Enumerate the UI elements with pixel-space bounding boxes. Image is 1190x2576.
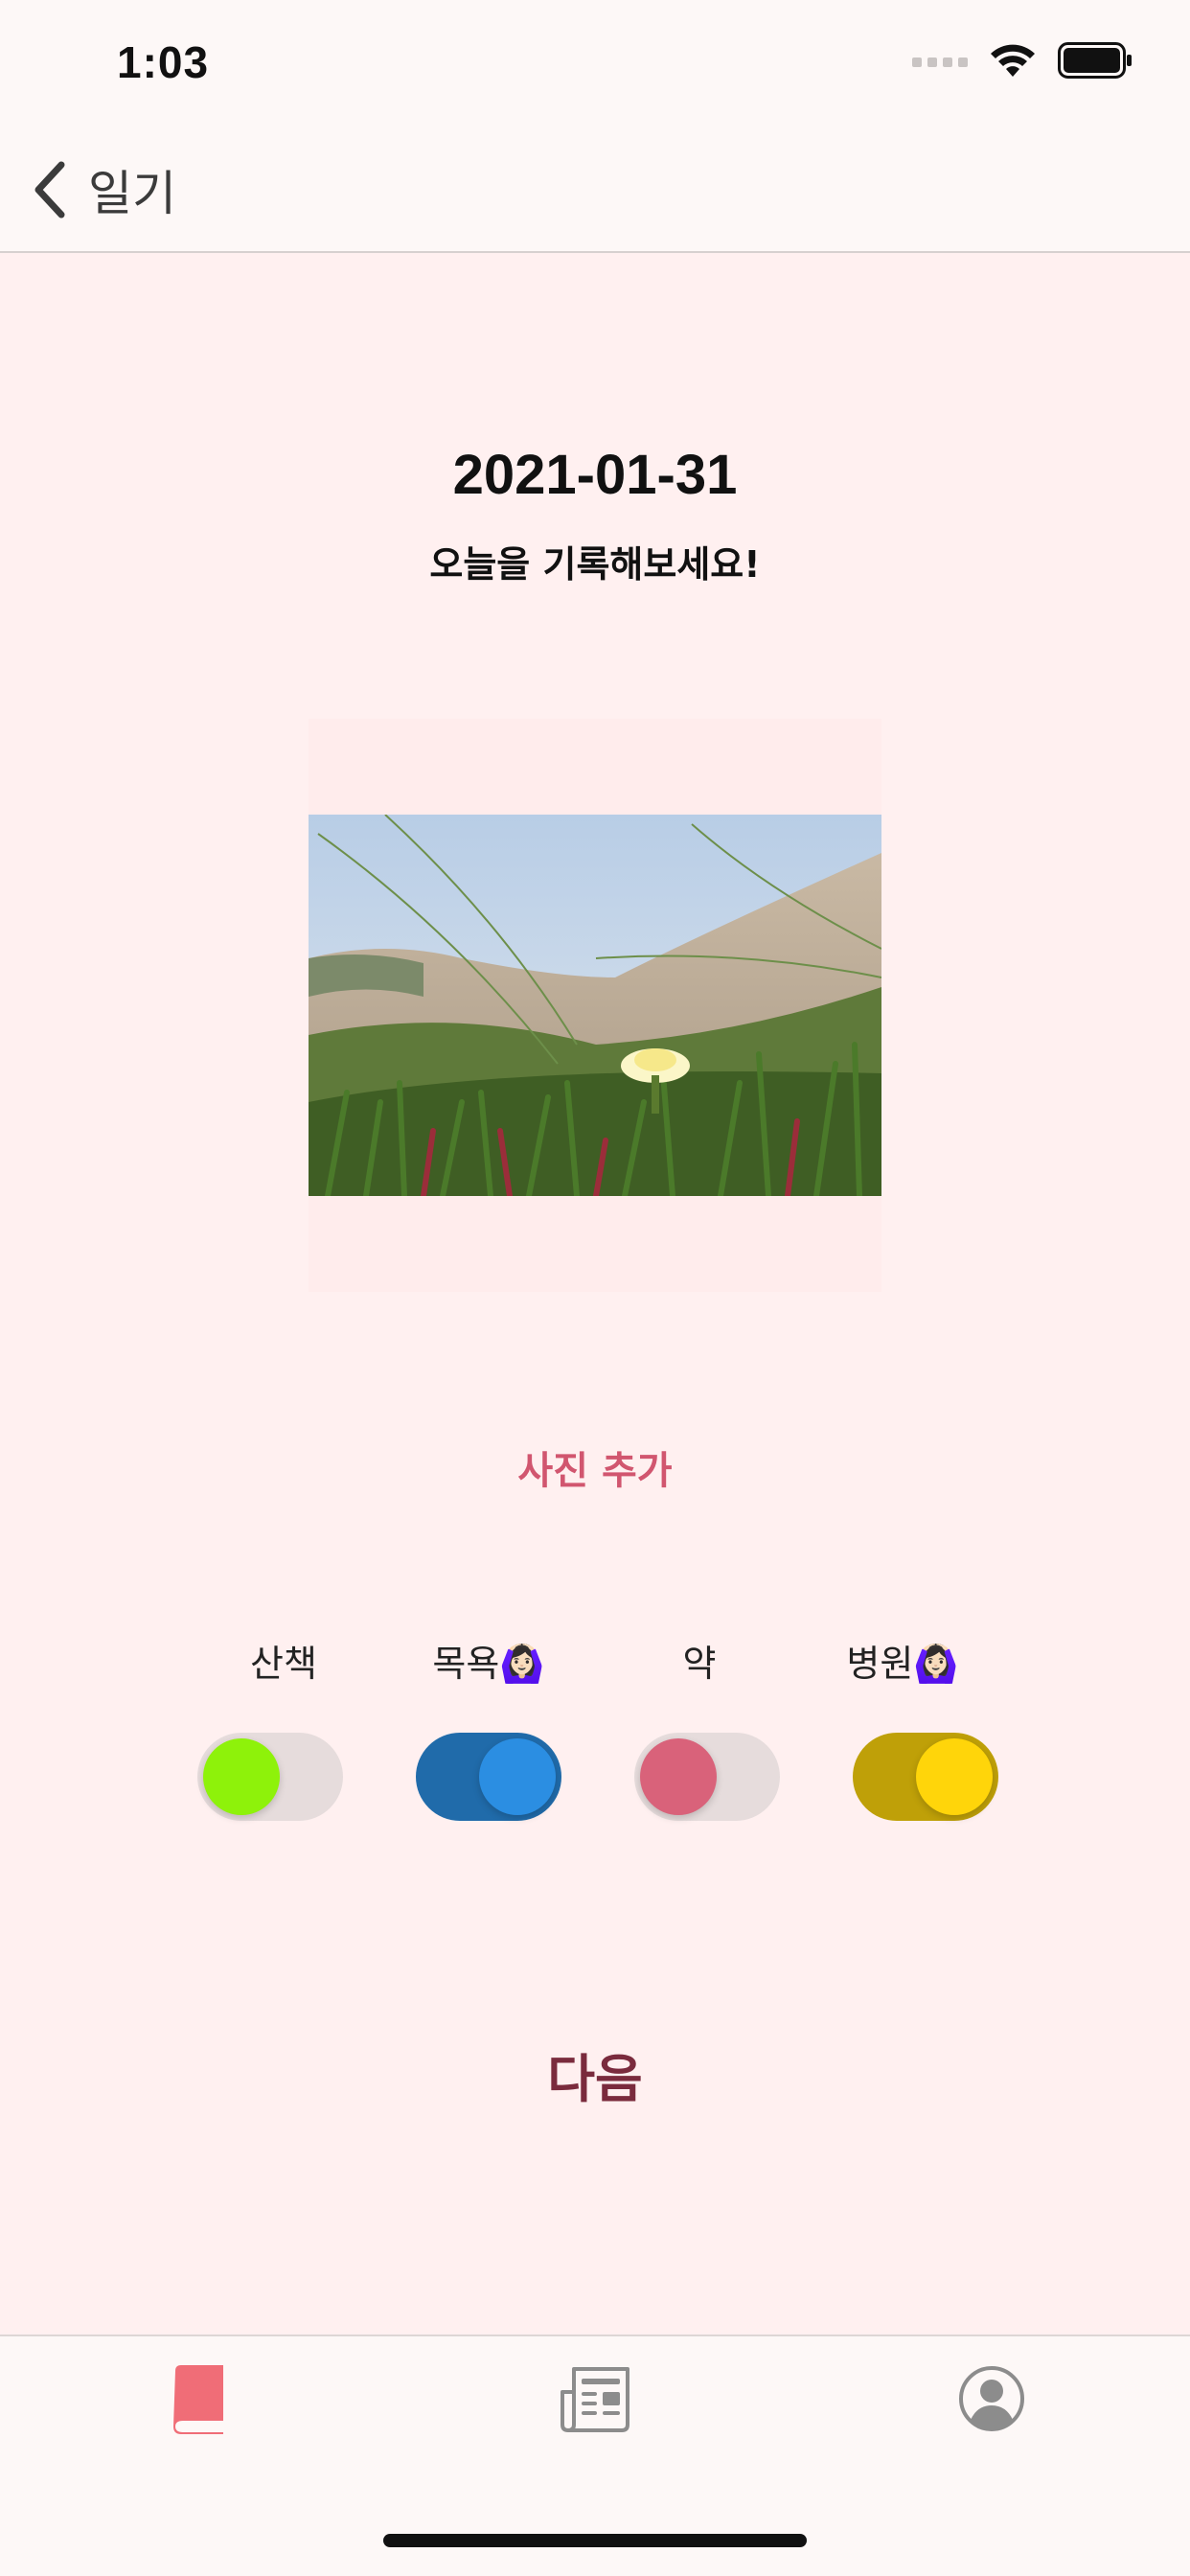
toggle-walk[interactable]: [197, 1733, 343, 1821]
status-icons: [912, 42, 1133, 79]
toggle-bath[interactable]: [416, 1733, 561, 1821]
subtitle: 오늘을 기록해보세요!: [429, 543, 761, 586]
tab-diary[interactable]: [141, 2365, 256, 2461]
signal-icon: [912, 58, 968, 67]
toggle-label-bath: 목욕🙆🏻‍♀️: [432, 1643, 545, 1685]
toggle-hospital[interactable]: [853, 1733, 998, 1821]
chevron-left-icon: [34, 161, 65, 218]
toggle-label-hospital: 병원🙆🏻‍♀️: [846, 1643, 959, 1685]
toggle-knob: [640, 1738, 717, 1815]
next-button[interactable]: 다음: [0, 2036, 1190, 2112]
navigation-bar: 일기: [0, 126, 1190, 253]
back-label: 일기: [88, 166, 176, 221]
home-indicator: [383, 2534, 807, 2547]
status-time: 1:03: [117, 37, 210, 87]
toggle-knob: [479, 1738, 556, 1815]
flower-photo-icon: [309, 815, 881, 1196]
back-button[interactable]: 일기: [31, 155, 176, 224]
tab-feed[interactable]: [538, 2365, 652, 2461]
battery-icon: [1058, 42, 1132, 79]
person-circle-icon: [959, 2366, 1024, 2431]
wifi-icon: [991, 44, 1035, 77]
book-icon: [173, 2365, 223, 2434]
status-bar: 1:03: [0, 0, 1190, 126]
newspaper-icon: [561, 2367, 629, 2432]
toggle-label-medicine: 약: [682, 1643, 717, 1685]
diary-photo: [309, 815, 881, 1196]
toggle-knob: [203, 1738, 280, 1815]
toggle-knob: [916, 1738, 993, 1815]
add-photo-button[interactable]: 사진 추가: [0, 1439, 1190, 1495]
toggle-medicine[interactable]: [634, 1733, 780, 1821]
toggle-label-walk: 산책: [250, 1643, 317, 1685]
date-title: 2021-01-31: [452, 444, 738, 506]
photo-frame: [309, 719, 881, 1292]
toggle-labels: 산책 목욕🙆🏻‍♀️ 약 병원🙆🏻‍♀️: [0, 1634, 1190, 1691]
tab-profile[interactable]: [934, 2365, 1049, 2461]
